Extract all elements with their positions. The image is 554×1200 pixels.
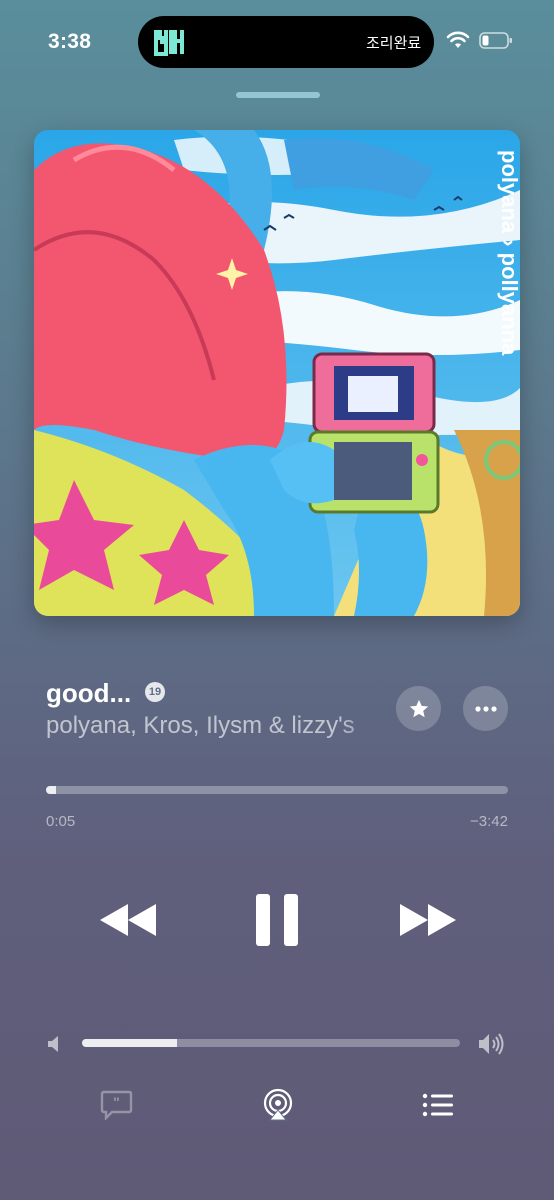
remaining-time: −3:42 — [470, 813, 508, 830]
island-status-text: 조리완료 — [366, 35, 422, 52]
pause-button[interactable] — [254, 892, 300, 948]
elapsed-time: 0:05 — [46, 813, 76, 830]
status-time: 3:38 — [48, 30, 92, 53]
favorite-button[interactable] — [396, 686, 441, 731]
volume-fill — [82, 1039, 177, 1047]
artwork-caption: polyana › pollyanna — [497, 150, 520, 356]
volume-high-icon — [479, 1033, 504, 1055]
wifi-icon — [446, 31, 470, 48]
playback-progress-slider[interactable] — [46, 786, 508, 794]
progress-fill — [46, 786, 57, 794]
lyrics-button[interactable]: " — [100, 1090, 133, 1120]
app-logo-icon — [152, 25, 186, 59]
track-artists[interactable]: polyana, Kros, Ilysm & lizzy's — [46, 712, 391, 740]
sheet-grabber[interactable] — [236, 92, 320, 98]
airplay-button[interactable] — [261, 1088, 295, 1122]
explicit-badge: 19 — [145, 682, 165, 702]
track-title[interactable]: good... — [46, 678, 131, 709]
fast-forward-button[interactable] — [398, 900, 458, 940]
star-icon — [409, 699, 428, 717]
battery-icon — [479, 32, 512, 49]
svg-text:": " — [113, 1094, 120, 1110]
album-artwork: polyana › pollyanna — [34, 130, 520, 616]
queue-button[interactable] — [422, 1092, 454, 1118]
more-options-button[interactable] — [463, 686, 508, 731]
volume-low-icon — [48, 1036, 58, 1052]
ellipsis-icon — [474, 705, 497, 712]
rewind-button[interactable] — [98, 900, 158, 940]
volume-slider[interactable] — [82, 1039, 460, 1047]
